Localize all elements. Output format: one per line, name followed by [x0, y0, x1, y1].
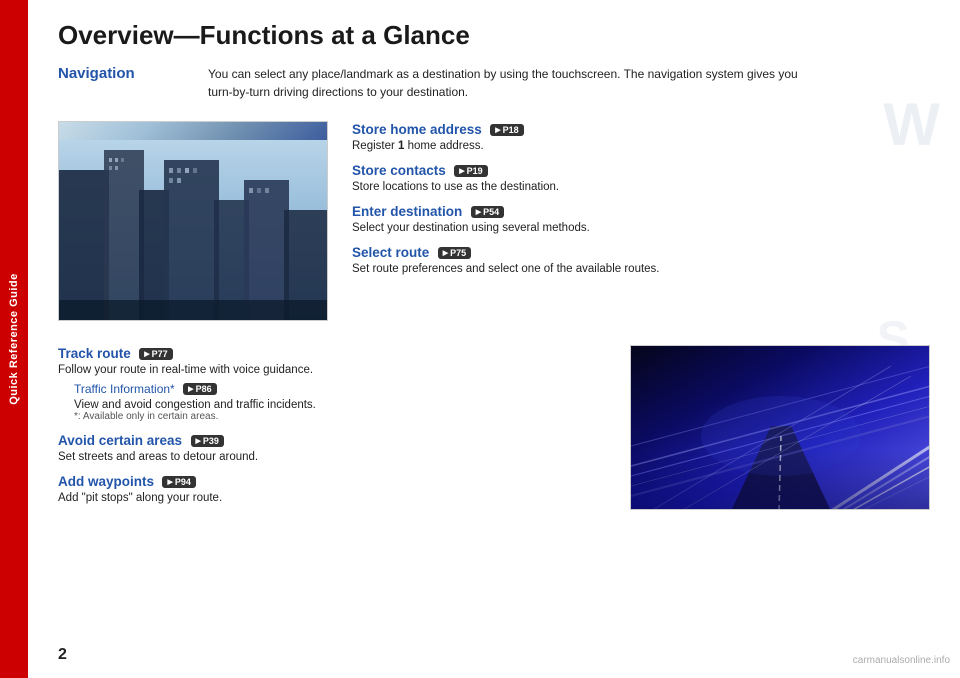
feature-title-track-route: Track route [58, 346, 131, 361]
feature-title-store-home: Store home address [352, 122, 482, 137]
feature-track-route: Track route P77 Follow your route in rea… [58, 345, 606, 422]
features-list: Store home address P18 Register 1 home a… [352, 121, 930, 321]
feature-title-avoid-areas: Avoid certain areas [58, 433, 182, 448]
feature-avoid-areas: Avoid certain areas P39 Set streets and … [58, 432, 606, 463]
road-image [630, 345, 930, 510]
feature-desc-avoid-areas: Set streets and areas to detour around. [58, 451, 606, 463]
feature-badge-avoid-areas: P39 [191, 435, 224, 447]
feature-select-route: Select route P75 Set route preferences a… [352, 244, 930, 275]
feature-enter-destination: Enter destination P54 Select your destin… [352, 203, 930, 234]
lower-features: Track route P77 Follow your route in rea… [58, 345, 606, 514]
upper-content: Store home address P18 Register 1 home a… [58, 121, 930, 321]
feature-desc-store-contacts: Store locations to use as the destinatio… [352, 181, 930, 193]
feature-badge-store-home: P18 [490, 124, 523, 136]
feature-badge-select-route: P75 [438, 247, 471, 259]
feature-badge-add-waypoints: P94 [162, 476, 195, 488]
building-image [58, 121, 328, 321]
feature-desc-track-route: Follow your route in real-time with voic… [58, 364, 606, 376]
feature-desc-select-route: Set route preferences and select one of … [352, 263, 930, 275]
feature-desc-enter-destination: Select your destination using several me… [352, 222, 930, 234]
feature-title-select-route: Select route [352, 245, 429, 260]
lower-content: Track route P77 Follow your route in rea… [58, 345, 930, 514]
page-title: Overview—Functions at a Glance [58, 20, 930, 51]
feature-store-home: Store home address P18 Register 1 home a… [352, 121, 930, 152]
feature-badge-store-contacts: P19 [454, 165, 487, 177]
feature-add-waypoints: Add waypoints P94 Add "pit stops" along … [58, 473, 606, 504]
feature-desc-store-home: Register 1 home address. [352, 140, 930, 152]
feature-title-add-waypoints: Add waypoints [58, 474, 154, 489]
sidebar: Quick Reference Guide [0, 0, 28, 678]
feature-badge-traffic: P86 [183, 383, 216, 395]
traffic-info-title: Traffic Information* [74, 382, 175, 396]
main-content: W S Overview—Functions at a Glance Navig… [28, 0, 960, 678]
navigation-label: Navigation [58, 65, 208, 101]
navigation-description: You can select any place/landmark as a d… [208, 65, 930, 101]
watermark: carmanualsonline.info [853, 655, 950, 666]
page-number: 2 [58, 646, 67, 664]
navigation-section: Navigation You can select any place/land… [58, 65, 930, 101]
feature-badge-enter-destination: P54 [471, 206, 504, 218]
feature-store-contacts: Store contacts P19 Store locations to us… [352, 162, 930, 193]
feature-desc-add-waypoints: Add "pit stops" along your route. [58, 492, 606, 504]
feature-title-store-contacts: Store contacts [352, 163, 446, 178]
feature-badge-track-route: P77 [139, 348, 172, 360]
traffic-info-desc: View and avoid congestion and traffic in… [74, 399, 606, 411]
feature-title-enter-destination: Enter destination [352, 204, 462, 219]
traffic-info-note: *: Available only in certain areas. [74, 411, 606, 422]
traffic-info-section: Traffic Information* P86 View and avoid … [74, 380, 606, 422]
sidebar-label: Quick Reference Guide [8, 273, 20, 405]
